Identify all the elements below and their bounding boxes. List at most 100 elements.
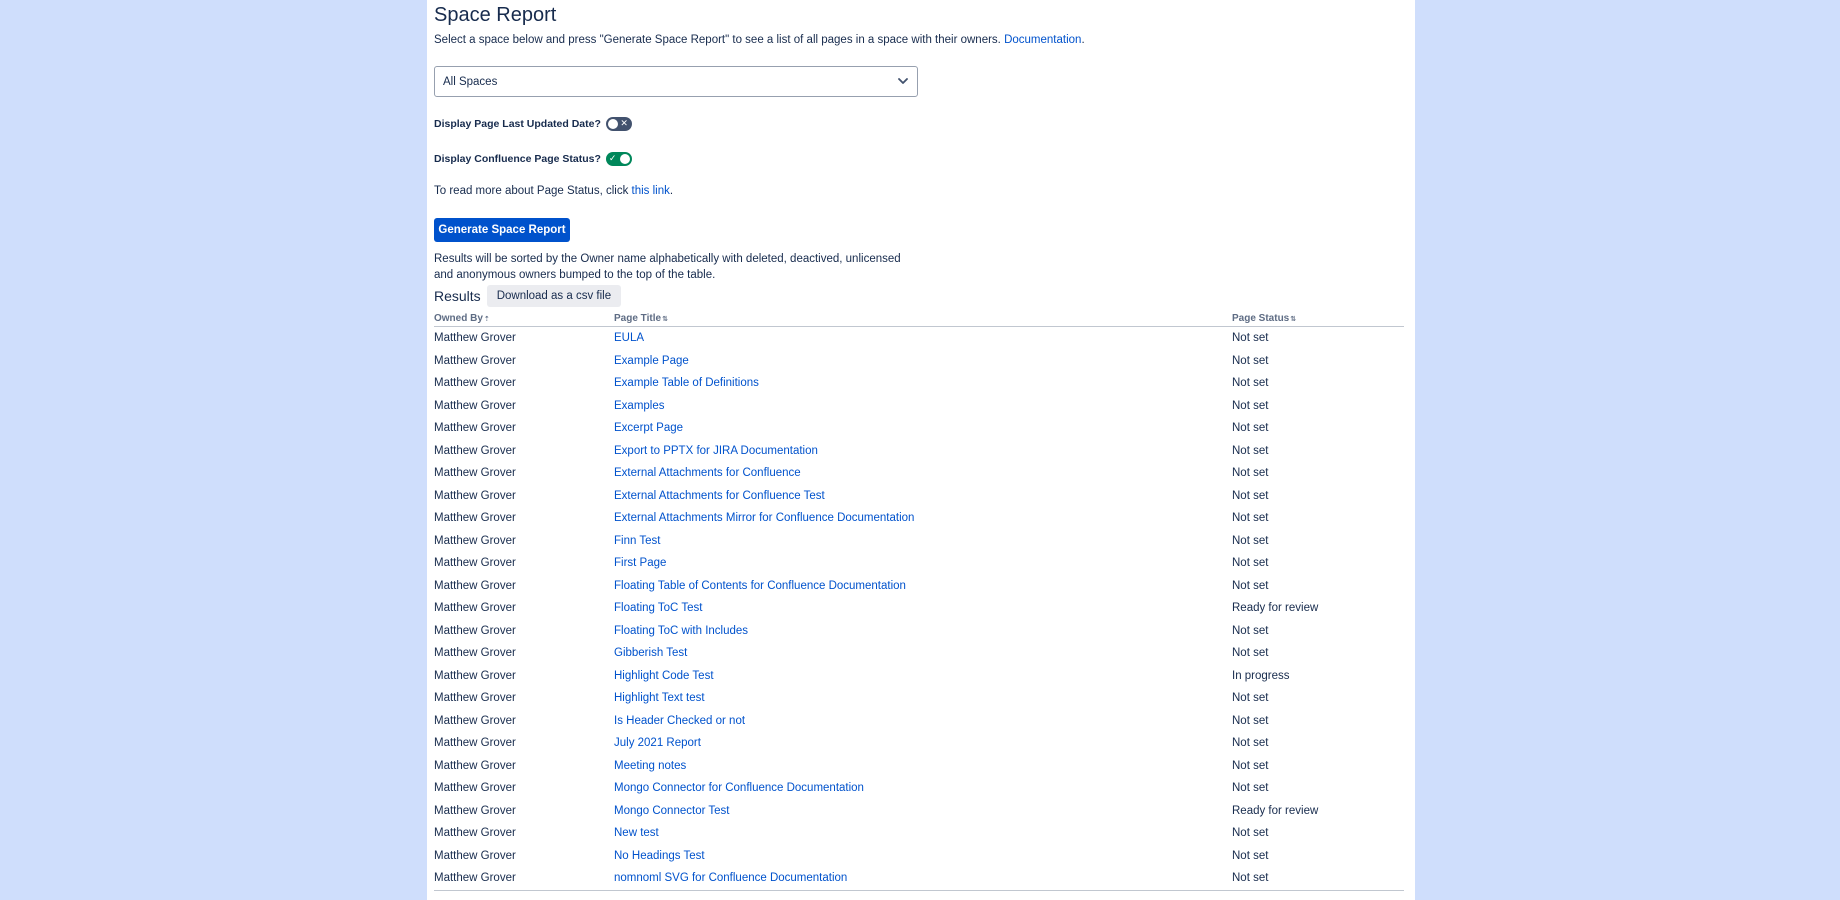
page-status-cell: Not set [1232,714,1269,727]
page-title-link[interactable]: Highlight Code Test [614,670,714,682]
intro-description: Select a space below and press "Generate… [434,34,1001,46]
table-row: Matthew Grover Floating ToC Test Ready for… [434,597,1404,620]
table-row: Matthew Grover First Page Not set [434,552,1404,575]
column-header-label: Owned By [434,313,483,324]
page-title-link[interactable]: Meeting notes [614,760,686,772]
owner-cell: Matthew Grover [434,467,516,480]
page-title-cell: Floating Table of Contents for Confluenc… [614,575,1232,598]
page-title-link[interactable]: Example Page [614,355,689,367]
page-title-link[interactable]: July 2021 Report [614,737,701,749]
page-title-link[interactable]: Example Table of Definitions [614,377,759,389]
page-status-cell: Not set [1232,444,1269,457]
page-status-cell: Not set [1232,867,1404,891]
page-status-cell: Not set [1232,624,1269,637]
owner-cell: Matthew Grover [434,737,516,750]
table-row: Matthew Grover External Attachments for C… [434,485,1404,508]
owner-cell: Matthew Grover [434,534,516,547]
toggle-knob [607,119,618,129]
documentation-link[interactable]: Documentation [1004,34,1081,46]
owner-cell: Matthew Grover [434,669,516,682]
owner-cell: Matthew Grover [434,332,516,345]
owner-cell: Matthew Grover [434,354,516,367]
last-updated-option: Display Page Last Updated Date? ✕ [434,117,632,131]
owner-cell: Matthew Grover [434,624,516,637]
page-title-link[interactable]: Is Header Checked or not [614,715,745,727]
page-title-link[interactable]: EULA [614,332,644,344]
results-table: Owned By⇡ Page Title⇅ Page Status⇅ Matth… [434,311,1404,891]
owner-cell: Matthew Grover [434,782,516,795]
page-title-link[interactable]: No Headings Test [614,850,705,862]
table-row: Matthew Grover Gibberish Test Not set [434,642,1404,665]
owner-cell: Matthew Grover [434,377,516,390]
last-updated-toggle[interactable]: ✕ [605,117,632,131]
table-row: Matthew Grover Example Table of Definitio… [434,372,1404,395]
page-status-cell: Not set [1232,512,1269,525]
page-title-link[interactable]: First Page [614,557,666,569]
generate-report-button[interactable]: Generate Space Report [434,218,570,242]
page-status-cell: Not set [1232,647,1269,660]
page-title-link[interactable]: Floating ToC Test [614,602,702,614]
sort-icon: ⇅ [662,315,668,323]
page-title-cell: External Attachments for Confluence [614,462,1232,485]
owner-cell: Matthew Grover [434,399,516,412]
page-title-link[interactable]: Highlight Text test [614,692,705,704]
page-status-option: Display Confluence Page Status? ✓ [434,152,632,166]
results-header: Results Download as a csv file [434,285,622,307]
table-row: Matthew Grover Meeting notes Not set [434,755,1404,778]
table-header-row: Owned By⇡ Page Title⇅ Page Status⇅ [434,311,1404,327]
owner-cell: Matthew Grover [434,867,614,891]
page-title-cell: Example Table of Definitions [614,372,1232,395]
page-title-link[interactable]: Export to PPTX for JIRA Documentation [614,445,818,457]
page-title-cell: Examples [614,395,1232,418]
intro-text: Select a space below and press "Generate… [434,32,1085,48]
toggle-knob [619,154,630,164]
page-title-link[interactable]: Floating ToC with Includes [614,625,748,637]
space-select[interactable]: All Spaces [434,66,918,97]
page-title-link[interactable]: nomnoml SVG for Confluence Documentation [614,872,847,884]
owner-cell: Matthew Grover [434,422,516,435]
table-row: Matthew Grover Mongo Connector Test Ready … [434,800,1404,823]
column-page-title[interactable]: Page Title⇅ [614,311,1232,327]
page-title-cell: Highlight Text test [614,687,1232,710]
page-title-cell: Floating ToC with Includes [614,620,1232,643]
page-status-label: Display Confluence Page Status? [434,153,601,165]
page-status-cell: Not set [1232,557,1269,570]
page-title-link[interactable]: Gibberish Test [614,647,687,659]
table-row: Matthew Grover External Attachments Mirro… [434,507,1404,530]
page-title-link[interactable]: External Attachments Mirror for Confluen… [614,512,914,524]
owner-cell: Matthew Grover [434,444,516,457]
column-page-status[interactable]: Page Status⇅ [1232,311,1404,327]
check-icon: ✓ [608,154,617,164]
page-title-link[interactable]: Floating Table of Contents for Confluenc… [614,580,906,592]
owner-cell: Matthew Grover [434,692,516,705]
page-title-link[interactable]: External Attachments for Confluence Test [614,490,825,502]
page-status-toggle[interactable]: ✓ [605,152,632,166]
page-status-info: To read more about Page Status, click th… [434,183,673,199]
page-title-cell: No Headings Test [614,845,1232,868]
page-title-link[interactable]: New test [614,827,659,839]
table-row: Matthew Grover Floating ToC with Includes… [434,620,1404,643]
page-status-cell: Not set [1232,534,1269,547]
page-status-link[interactable]: this link [632,185,670,197]
download-csv-button[interactable]: Download as a csv file [486,285,622,307]
page-title-cell: nomnoml SVG for Confluence Documentation [614,867,1232,891]
cross-icon: ✕ [620,119,628,129]
page-status-cell: Not set [1232,692,1269,705]
page-title-link[interactable]: Finn Test [614,535,660,547]
page-title-cell: Example Page [614,350,1232,373]
table-row: Matthew Grover Examples Not set [434,395,1404,418]
page-title-link[interactable]: Mongo Connector for Confluence Documenta… [614,782,864,794]
page-status-cell: Not set [1232,354,1269,367]
page-status-cell: Not set [1232,737,1269,750]
page-status-cell: Not set [1232,399,1269,412]
page-status-cell: Not set [1232,422,1269,435]
page-title-link[interactable]: Mongo Connector Test [614,805,730,817]
owner-cell: Matthew Grover [434,557,516,570]
column-owned-by[interactable]: Owned By⇡ [434,311,614,327]
page-title-cell: Excerpt Page [614,417,1232,440]
page-title-link[interactable]: External Attachments for Confluence [614,467,801,479]
page-title-link[interactable]: Excerpt Page [614,422,683,434]
page-title-link[interactable]: Examples [614,400,665,412]
table-row: Matthew Grover Highlight Code Test In prog… [434,665,1404,688]
page-title: Space Report [434,4,557,26]
